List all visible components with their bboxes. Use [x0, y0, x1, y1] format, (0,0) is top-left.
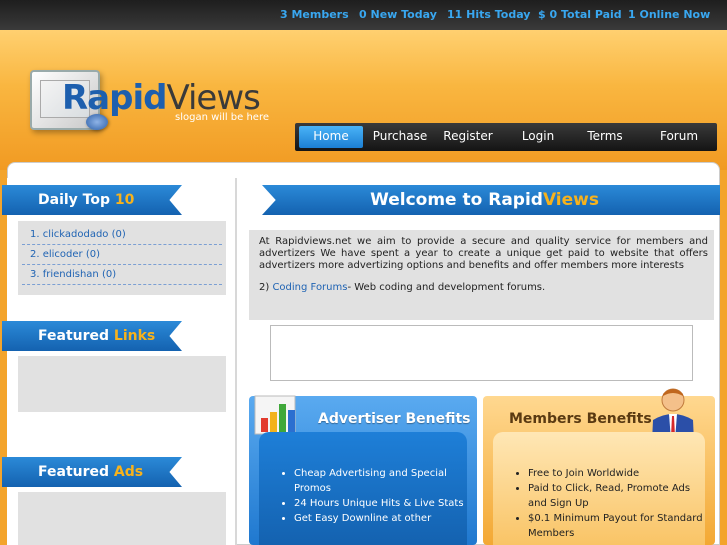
featured-links-box	[18, 356, 226, 412]
daily-top-box: 1. clickadodado (0) 2. elicoder (0) 3. f…	[18, 221, 226, 295]
intro-box: At Rapidviews.net we aim to provide a se…	[249, 230, 714, 320]
ad-banner-box	[270, 325, 693, 381]
featured-ads-heading: Featured Ads	[2, 457, 182, 487]
stats-bar: 3 Members 0 New Today 11 Hits Today $ 0 …	[0, 0, 727, 30]
members-benefits-box: Members Benefits Free to Join Worldwide …	[483, 388, 715, 545]
stat-new-today: 0 New Today	[359, 8, 437, 21]
stat-total-paid: $ 0 Total Paid	[538, 8, 622, 21]
list-item: Cheap Advertising and Special Promos	[294, 466, 467, 496]
intro-text: At Rapidviews.net we aim to provide a se…	[259, 236, 708, 271]
list-item: Get Easy Downline at other	[294, 511, 467, 526]
list-item[interactable]: 2. elicoder (0)	[22, 245, 222, 265]
list-item: $0.1 Minimum Payout for Standard Members	[528, 511, 705, 541]
nav-purchase[interactable]: Purchase	[367, 123, 433, 151]
forum-line: 2) Coding Forums- Web coding and develop…	[259, 282, 546, 293]
bar-chart-icon	[254, 395, 296, 435]
list-item: Paid to Click, Read, Promote Ads and Sig…	[528, 481, 705, 511]
stat-online-now: 1 Online Now	[628, 8, 711, 21]
nav-forum[interactable]: Forum	[647, 123, 711, 151]
members-benefits-title: Members Benefits	[509, 411, 652, 427]
list-item[interactable]: 1. clickadodado (0)	[22, 225, 222, 245]
featured-links-heading: Featured Links	[2, 321, 182, 351]
stat-members: 3 Members	[280, 8, 349, 21]
nav-home[interactable]: Home	[299, 126, 363, 148]
nav-terms[interactable]: Terms	[575, 123, 635, 151]
list-item: Free to Join Worldwide	[528, 466, 705, 481]
stat-hits-today: 11 Hits Today	[447, 8, 531, 21]
main-nav: Home Purchase Register Login Terms Forum	[295, 123, 717, 151]
nav-register[interactable]: Register	[437, 123, 499, 151]
site-slogan: slogan will be here	[175, 112, 270, 123]
daily-top-heading: Daily Top 10	[2, 185, 182, 215]
featured-ads-box	[18, 492, 226, 545]
advertiser-benefits-title: Advertiser Benefits	[318, 411, 471, 427]
nav-login[interactable]: Login	[509, 123, 567, 151]
coding-forums-link[interactable]: Coding Forums	[272, 282, 347, 293]
column-divider	[235, 178, 237, 545]
list-item[interactable]: 3. friendishan (0)	[22, 265, 222, 285]
advertiser-benefits-box: Advertiser Benefits Cheap Advertising an…	[249, 395, 477, 545]
welcome-heading: Welcome to RapidViews	[262, 185, 720, 215]
list-item: 24 Hours Unique Hits & Live Stats	[294, 496, 467, 511]
